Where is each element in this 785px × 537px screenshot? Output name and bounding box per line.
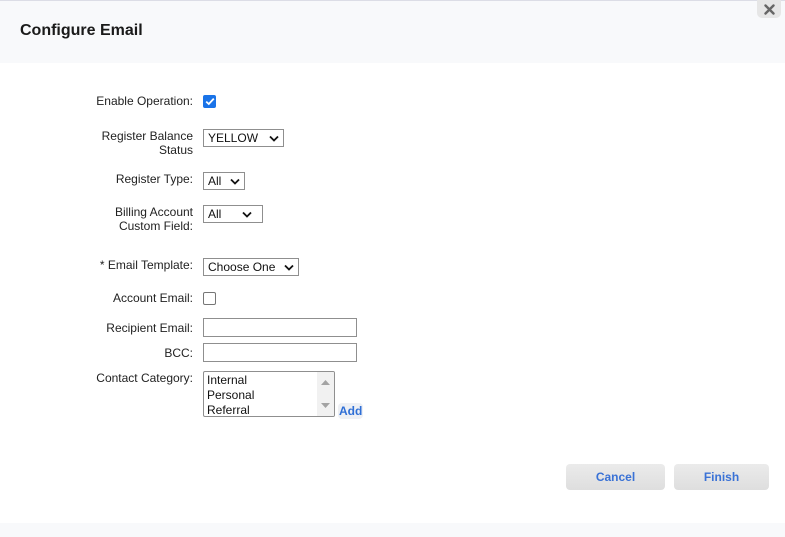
account-email-label: Account Email: bbox=[112, 291, 193, 305]
finish-button[interactable]: Finish bbox=[674, 464, 769, 490]
dialog-title: Configure Email bbox=[20, 22, 143, 39]
billing-account-label-line1: Billing Account bbox=[114, 205, 193, 219]
recipient-email-input[interactable] bbox=[203, 318, 357, 337]
enable-operation-checkbox[interactable] bbox=[203, 95, 216, 108]
email-template-select[interactable]: Choose One bbox=[203, 258, 299, 276]
account-email-checkbox[interactable] bbox=[203, 292, 216, 305]
register-type-value: All bbox=[208, 174, 222, 188]
register-balance-status-label: Register Balance Status bbox=[102, 129, 193, 157]
contact-category-option[interactable]: Internal bbox=[207, 373, 247, 387]
scroll-up-icon[interactable] bbox=[321, 380, 330, 385]
bcc-input[interactable] bbox=[203, 343, 357, 362]
chevron-down-icon bbox=[284, 264, 294, 271]
register-balance-status-select[interactable]: YELLOW bbox=[203, 129, 284, 147]
register-balance-status-value: YELLOW bbox=[208, 131, 259, 145]
billing-account-custom-field-value: All bbox=[208, 207, 222, 221]
bcc-label: BCC: bbox=[164, 346, 193, 360]
billing-account-label-line2: Custom Field: bbox=[118, 219, 193, 233]
dialog-header: Configure Email bbox=[0, 1, 785, 63]
close-icon bbox=[763, 3, 775, 15]
register-type-select[interactable]: All bbox=[203, 172, 245, 190]
chevron-down-icon bbox=[269, 135, 279, 142]
listbox-scrollbar[interactable] bbox=[317, 372, 334, 416]
contact-category-listbox[interactable]: Internal Personal Referral bbox=[203, 371, 335, 417]
add-contact-category-link[interactable]: Add bbox=[338, 403, 364, 419]
contact-category-option[interactable]: Personal bbox=[207, 388, 254, 402]
chevron-down-icon bbox=[230, 178, 240, 185]
checkmark-icon bbox=[205, 97, 214, 106]
register-type-label: Register Type: bbox=[115, 172, 193, 186]
close-button[interactable] bbox=[757, 0, 781, 18]
contact-category-option[interactable]: Referral bbox=[207, 403, 250, 416]
email-template-label: * Email Template: bbox=[99, 258, 193, 272]
register-balance-status-label-line2: Status bbox=[158, 143, 193, 157]
billing-account-custom-field-label: Billing Account Custom Field: bbox=[115, 205, 193, 233]
register-balance-status-label-line1: Register Balance bbox=[101, 129, 193, 143]
scroll-down-icon[interactable] bbox=[321, 403, 330, 408]
chevron-down-icon bbox=[242, 211, 252, 218]
dialog-footer bbox=[0, 523, 785, 537]
cancel-button[interactable]: Cancel bbox=[566, 464, 665, 490]
email-template-value: Choose One bbox=[208, 260, 276, 274]
enable-operation-label: Enable Operation: bbox=[96, 94, 193, 108]
contact-category-label: Contact Category: bbox=[96, 371, 193, 385]
recipient-email-label: Recipient Email: bbox=[106, 321, 193, 335]
billing-account-custom-field-select[interactable]: All bbox=[203, 205, 263, 223]
